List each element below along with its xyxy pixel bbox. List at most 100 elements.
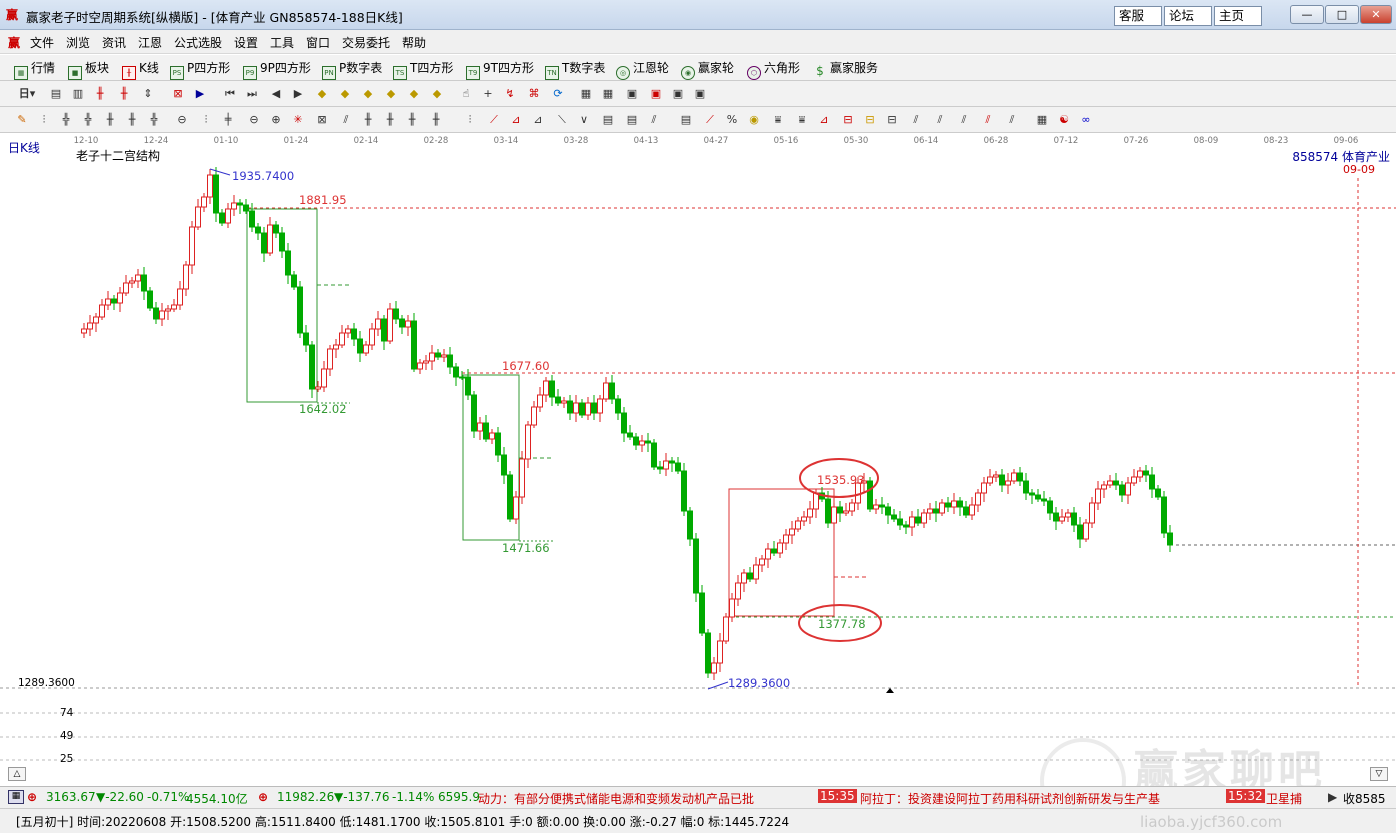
draw-tool-32[interactable]: ⩸ (794, 112, 810, 128)
draw-tool-8[interactable]: ⫶ (198, 112, 214, 128)
draw-tool-41[interactable]: ⫽ (1004, 112, 1020, 128)
draw-tool-27[interactable]: ⫽ (646, 112, 662, 128)
toolbar2-icon-19[interactable]: ▣ (692, 86, 708, 102)
draw-tool-5[interactable]: ╫ (124, 112, 140, 128)
close-icon[interactable]: ✕ (1360, 5, 1392, 24)
draw-tool-36[interactable]: ⊟ (884, 112, 900, 128)
draw-tool-4[interactable]: ╫ (102, 112, 118, 128)
toolbar2-icon-17[interactable]: ▣ (624, 86, 640, 102)
toolbar2-icon-2[interactable]: ▥ (70, 86, 86, 102)
menu-window[interactable]: 窗口 (306, 34, 330, 51)
left-icon[interactable]: ◀ (268, 86, 284, 102)
percent-icon[interactable]: % (724, 112, 740, 128)
toolbar2-icon-5[interactable]: ⇕ (140, 86, 156, 102)
draw-tool-14[interactable]: ⫽ (338, 112, 354, 128)
scroll-down-icon[interactable]: ▽ (1370, 767, 1388, 781)
tool-t-table[interactable]: TN T数字表 (545, 60, 605, 80)
draw-tool-19[interactable]: ⫶ (462, 112, 478, 128)
draw-tool-26[interactable]: ▤ (624, 112, 640, 128)
draw-tool-15[interactable]: ╫ (360, 112, 376, 128)
toolbar2-icon-11[interactable]: ◆ (383, 86, 399, 102)
tool-t-square[interactable]: TS T四方形 (393, 60, 453, 80)
toolbar2-icon-8[interactable]: ◆ (314, 86, 330, 102)
menu-formula[interactable]: 公式选股 (174, 34, 222, 51)
forum-button[interactable]: 论坛 (1164, 6, 1212, 26)
calendar-icon[interactable]: ▦ (578, 86, 594, 102)
draw-tool-21[interactable]: ⊿ (508, 112, 524, 128)
scroll-up-icon[interactable]: △ (8, 767, 26, 781)
draw-tool-16[interactable]: ╫ (382, 112, 398, 128)
toolbar2-icon-1[interactable]: ▤ (48, 86, 64, 102)
infinity-icon[interactable]: ∞ (1078, 112, 1094, 128)
draw-tool-18[interactable]: ╫ (428, 112, 444, 128)
draw-tool-7[interactable]: ⊖ (174, 112, 190, 128)
draw-tool-2[interactable]: ╬ (58, 112, 74, 128)
draw-tool-22[interactable]: ⊿ (530, 112, 546, 128)
toolbar2-icon-3[interactable]: ╫ (92, 86, 108, 102)
calc-icon[interactable]: ▦ (600, 86, 616, 102)
menu-trade[interactable]: 交易委托 (342, 34, 390, 51)
tool-gann-wheel[interactable]: ◎ 江恩轮 (616, 60, 669, 80)
toolbar2-icon-18[interactable]: ▣ (670, 86, 686, 102)
menu-help[interactable]: 帮助 (402, 34, 426, 51)
toolbar2-icon-13[interactable]: ◆ (429, 86, 445, 102)
draw-tool-40[interactable]: ⫽ (980, 112, 996, 128)
draw-tool-13[interactable]: ⊠ (314, 112, 330, 128)
tool-sectors[interactable]: ■ 板块 (68, 60, 109, 80)
grid-toggle-icon[interactable]: ▦ (1034, 112, 1050, 128)
draw-tool-30[interactable]: ◉ (746, 112, 762, 128)
draw-tool-37[interactable]: ⫽ (908, 112, 924, 128)
kline-chart[interactable]: 12-10 12-24 01-10 01-24 02-14 02-28 03-14 03-28… (0, 133, 1396, 824)
draw-tool-24[interactable]: ∨ (576, 112, 592, 128)
tool-hexagon[interactable]: ⬡ 六角形 (747, 60, 800, 80)
kefu-button[interactable]: 客服 (1114, 6, 1162, 26)
menu-gann[interactable]: 江恩 (138, 34, 162, 51)
toolbar2-icon-9[interactable]: ◆ (337, 86, 353, 102)
menu-tools[interactable]: 工具 (270, 34, 294, 51)
toolbar2-icon-4[interactable]: ╫ (116, 86, 132, 102)
draw-tool-11[interactable]: ⊕ (268, 112, 284, 128)
tool-9p-square[interactable]: P9 9P四方形 (243, 60, 311, 80)
draw-tool-1[interactable]: ⫶ (36, 112, 52, 128)
draw-tool-31[interactable]: ⩸ (770, 112, 786, 128)
tool-service[interactable]: $ 赢家服务 (813, 60, 878, 77)
period-select-icon[interactable]: 日▾ (14, 86, 40, 102)
menu-info[interactable]: 资讯 (102, 34, 126, 51)
draw-tool-35[interactable]: ⊟ (862, 112, 878, 128)
draw-tool-20[interactable]: ⟋ (486, 112, 502, 128)
home-button[interactable]: 主页 (1214, 6, 1262, 26)
news-ticker-1[interactable]: 动力：有部分便携式储能电源和变频发动机产品已批 (478, 790, 754, 807)
draw-tool-10[interactable]: ⊖ (246, 112, 262, 128)
status-arrow-icon[interactable]: ▶ (1328, 790, 1337, 804)
draw-tool-33[interactable]: ⊿ (816, 112, 832, 128)
draw-tool-3[interactable]: ╬ (80, 112, 96, 128)
tool-quotes[interactable]: ▦ 行情 (14, 60, 55, 80)
draw-tool-39[interactable]: ⫽ (956, 112, 972, 128)
draw-tool-12[interactable]: ✳ (290, 112, 306, 128)
draw-tool-34[interactable]: ⊟ (840, 112, 856, 128)
toolbar2-icon-16[interactable]: ⟳ (550, 86, 566, 102)
tool-p-square[interactable]: PS P四方形 (170, 60, 230, 80)
right-icon[interactable]: ▶ (290, 86, 306, 102)
draw-tool-25[interactable]: ▤ (600, 112, 616, 128)
status-grid-icon[interactable]: ▦ (8, 790, 24, 804)
draw-tool-6[interactable]: ╬ (146, 112, 162, 128)
first-icon[interactable]: ⏮ (222, 86, 238, 102)
tool-winner-wheel[interactable]: ◉ 赢家轮 (681, 60, 734, 80)
hand-icon[interactable]: ☝ (458, 86, 474, 102)
draw-tool-38[interactable]: ⫽ (932, 112, 948, 128)
toolbar2-icon-12[interactable]: ◆ (406, 86, 422, 102)
menu-settings[interactable]: 设置 (234, 34, 258, 51)
tool-p-table[interactable]: PN P数字表 (322, 60, 382, 80)
toolbar2-icon-10[interactable]: ◆ (360, 86, 376, 102)
minimize-icon[interactable]: — (1290, 5, 1324, 24)
maximize-icon[interactable]: □ (1325, 5, 1359, 24)
menu-file[interactable]: 文件 (30, 34, 54, 51)
draw-tool-17[interactable]: ╫ (404, 112, 420, 128)
save-icon[interactable]: ▣ (648, 86, 664, 102)
draw-tool-29[interactable]: ⟋ (702, 112, 718, 128)
toolbar2-icon-6[interactable]: ⊠ (170, 86, 186, 102)
pen-icon[interactable]: ✎ (14, 112, 30, 128)
last-icon[interactable]: ⏭ (244, 86, 260, 102)
toolbar2-icon-7[interactable]: ▶ (192, 86, 208, 102)
